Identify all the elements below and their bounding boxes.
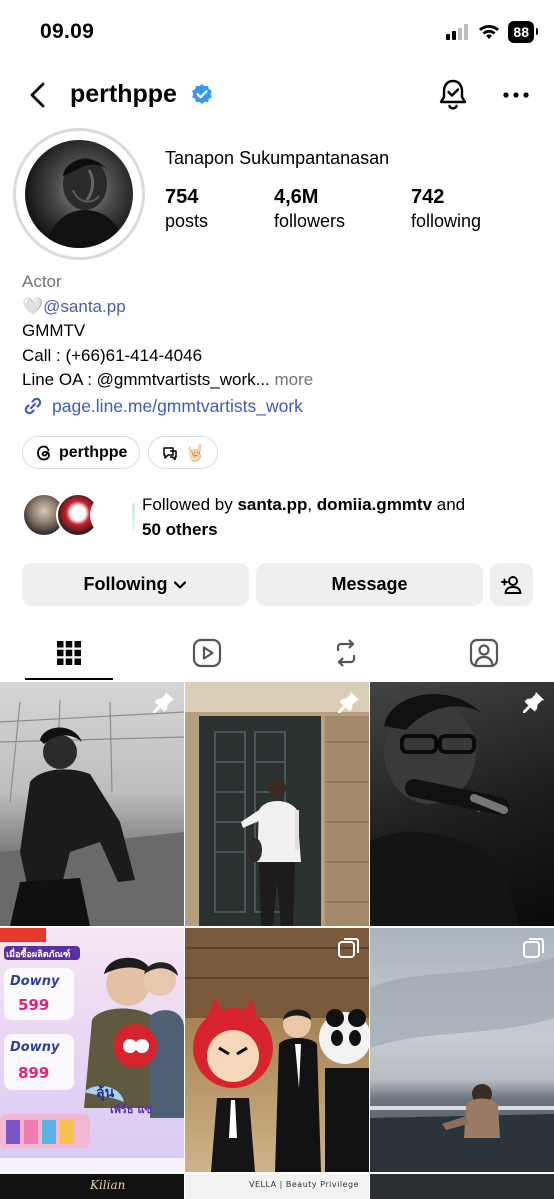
- promo-price-2: 899: [18, 1064, 50, 1082]
- following-button[interactable]: Following: [22, 563, 249, 606]
- tab-reels[interactable]: [138, 626, 276, 680]
- post-tile-5[interactable]: [185, 928, 369, 1172]
- posts-count-value: 754: [165, 186, 199, 208]
- status-icons: 88: [446, 21, 538, 43]
- promo-price-1: 599: [18, 996, 50, 1014]
- note-chip-label: 🤘🏻: [185, 444, 205, 462]
- followed-by-user-1: santa.pp: [237, 495, 308, 514]
- pin-icon: [338, 692, 359, 713]
- promo-headline: เมื่อซื้อผลิตภัณฑ์: [6, 950, 71, 960]
- followed-by-text[interactable]: Followed by santa.pp, domiia.gmmtv and 50…: [142, 492, 532, 542]
- pin-icon: [153, 692, 174, 713]
- profile-header: perthppe: [0, 70, 554, 120]
- post-tile-8[interactable]: VELLA | Beauty Privilege: [185, 1174, 369, 1199]
- followed-by-and: and: [432, 495, 466, 514]
- profile-username: perthppe: [70, 80, 177, 108]
- following-count[interactable]: 742 following: [411, 186, 481, 232]
- tab-reposts[interactable]: [277, 626, 415, 680]
- following-count-value: 742: [411, 186, 445, 208]
- followers-count[interactable]: 4,6M followers: [274, 186, 345, 232]
- post-tile-4[interactable]: เมื่อซื้อผลิตภัณฑ์ Downy 599 Downy 899 ล…: [0, 928, 184, 1172]
- back-icon[interactable]: [24, 80, 52, 110]
- promo-brand-2: Downy: [10, 1040, 60, 1055]
- followed-by-others: 50 others: [142, 520, 218, 539]
- post-tile-1[interactable]: [0, 682, 184, 926]
- followers-count-label: followers: [274, 211, 346, 231]
- status-time: 09.09: [40, 20, 95, 43]
- heart-emoji: 🤍: [22, 296, 44, 316]
- following-button-label: Following: [83, 574, 168, 594]
- post-tile-3[interactable]: [370, 682, 554, 926]
- profile-tabs: [0, 626, 554, 680]
- bio-line-phone: Call : (+66)61-414-4046: [22, 345, 203, 365]
- promo-bottom-text: เพิร์ธ แซ: [110, 1103, 153, 1116]
- message-button[interactable]: Message: [256, 563, 483, 606]
- threads-chip-label: perthppe: [59, 443, 128, 461]
- followed-by-avatars[interactable]: [22, 493, 135, 539]
- followed-by-prefix: Followed by: [142, 495, 238, 514]
- active-tab-indicator: [25, 678, 113, 680]
- bio-line-mention: 🤍@santa.pp: [22, 295, 313, 320]
- note-chip[interactable]: 🤘🏻: [148, 436, 218, 469]
- threads-chip[interactable]: perthppe: [22, 436, 141, 469]
- cellular-signal-icon: [446, 24, 469, 40]
- post-tile-6[interactable]: [370, 928, 554, 1172]
- notification-bell-icon[interactable]: [437, 78, 469, 112]
- followers-count-value: 4,6M: [274, 186, 319, 208]
- followed-by-user-2: domiia.gmmtv: [316, 495, 433, 514]
- bio-line-lineoa: Line OA : @gmmtvartists_work... more: [22, 368, 313, 393]
- verified-badge-icon: [192, 84, 212, 104]
- more-options-icon[interactable]: [500, 84, 532, 106]
- post-tile-7[interactable]: Kilian: [0, 1174, 184, 1199]
- following-count-label: following: [411, 211, 482, 231]
- post-7-text: Kilian: [90, 1178, 126, 1192]
- bio-line-oa-text: Line OA : @gmmtvartists_work...: [22, 370, 270, 389]
- bio-external-link[interactable]: page.line.me/gmmtvartists_work: [22, 395, 303, 417]
- profile-avatar[interactable]: [13, 128, 145, 260]
- message-button-label: Message: [331, 574, 408, 594]
- tab-posts-grid[interactable]: [0, 626, 138, 680]
- bio-mention-link[interactable]: @santa.pp: [43, 297, 125, 316]
- bio-more-link[interactable]: more: [275, 370, 314, 389]
- carousel-icon: [338, 938, 359, 958]
- posts-count-label: posts: [165, 211, 209, 231]
- profile-full-name: Tanapon Sukumpantanasan: [165, 148, 390, 168]
- follower-avatar-3: [90, 493, 135, 537]
- promo-brand-1: Downy: [10, 974, 60, 989]
- bio-category: Actor: [22, 272, 62, 291]
- carousel-icon: [523, 938, 544, 958]
- chat-bubble-icon: [163, 446, 177, 460]
- post-8-text: VELLA | Beauty Privilege: [249, 1180, 359, 1189]
- followed-by-separator: ,: [307, 495, 317, 514]
- tab-tagged[interactable]: [415, 626, 553, 680]
- wifi-icon: [479, 25, 500, 39]
- grid-icon: [57, 641, 81, 665]
- battery-indicator: 88: [508, 21, 538, 43]
- threads-icon: [37, 445, 50, 460]
- tagged-icon: [469, 638, 499, 668]
- chevron-down-icon: [174, 580, 187, 589]
- post-tile-9[interactable]: [370, 1174, 554, 1199]
- suggested-users-button[interactable]: [490, 563, 533, 606]
- posts-count[interactable]: 754 posts: [165, 186, 208, 232]
- bio-link-text: page.line.me/gmmtvartists_work: [52, 395, 303, 416]
- reposts-icon: [336, 639, 356, 667]
- bio-line-agency: GMMTV: [22, 321, 86, 340]
- status-bar: 09.09 88: [0, 0, 554, 64]
- link-icon: [24, 397, 42, 415]
- pin-icon: [523, 692, 544, 713]
- reels-icon: [192, 638, 222, 668]
- add-person-icon: [500, 575, 521, 594]
- post-tile-2[interactable]: [185, 682, 369, 926]
- profile-bio: Actor 🤍@santa.pp GMMTV Call : (+66)61-41…: [22, 270, 313, 393]
- avatar-image: [25, 140, 133, 248]
